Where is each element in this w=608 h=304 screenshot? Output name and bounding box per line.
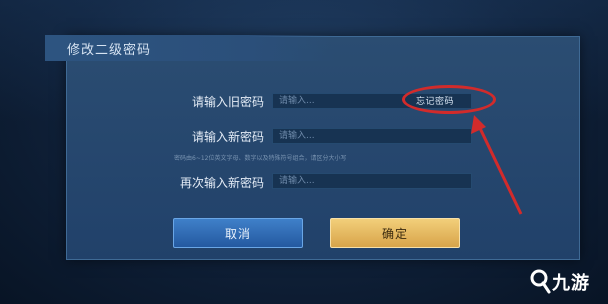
highlight-circle (402, 85, 496, 114)
change-secondary-password-dialog: 修改二级密码 (45, 35, 580, 260)
confirm-password-label: 再次输入新密码 (179, 176, 264, 190)
nine-game-logo-icon (530, 269, 551, 294)
watermark: 九游 (527, 266, 603, 296)
old-password-label: 请输入旧密码 (191, 95, 264, 109)
new-password-input[interactable]: 请输入... (272, 128, 472, 144)
confirm-password-input[interactable]: 请输入... (272, 173, 472, 189)
watermark-text: 九游 (552, 273, 590, 294)
dialog-header: 修改二级密码 (45, 35, 335, 61)
password-hint: 密码由6~12位英文字母、数字以及特殊符号组合，请区分大小写 (174, 155, 347, 162)
dialog-title: 修改二级密码 (67, 43, 152, 58)
ok-button[interactable]: 确定 (330, 218, 460, 248)
new-password-label: 请输入新密码 (191, 130, 264, 144)
cancel-button[interactable]: 取消 (173, 218, 303, 248)
